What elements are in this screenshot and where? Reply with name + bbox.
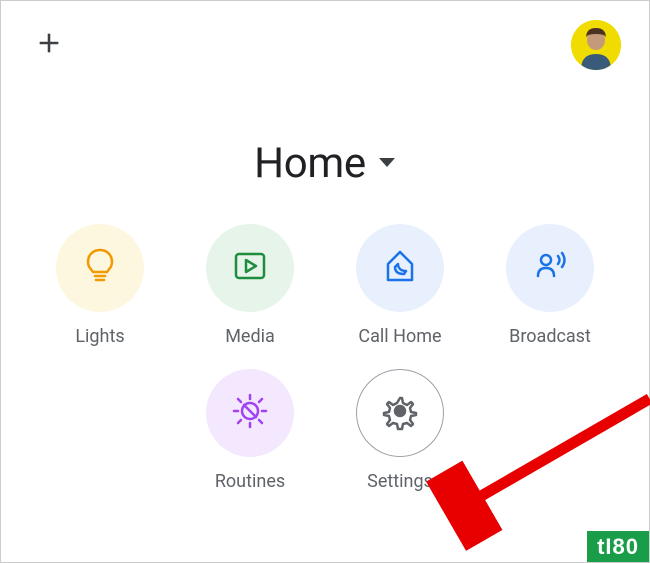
header xyxy=(1,1,649,71)
bulb-icon xyxy=(80,246,120,290)
tile-broadcast[interactable]: Broadcast xyxy=(475,224,625,347)
broadcast-icon xyxy=(530,246,570,290)
home-selector[interactable]: Home xyxy=(1,139,649,188)
lights-icon-circle xyxy=(56,224,144,312)
tile-label: Settings xyxy=(367,471,433,492)
settings-icon-circle xyxy=(356,369,444,457)
watermark: tI80 xyxy=(587,531,649,562)
broadcast-icon-circle xyxy=(506,224,594,312)
routines-icon-circle xyxy=(206,369,294,457)
gear-icon xyxy=(380,391,420,435)
tile-lights[interactable]: Lights xyxy=(25,224,175,347)
tile-label: Call Home xyxy=(358,326,441,347)
tile-settings[interactable]: Settings xyxy=(325,369,475,492)
tile-media[interactable]: Media xyxy=(175,224,325,347)
page-title: Home xyxy=(254,139,366,188)
tile-label: Lights xyxy=(75,326,124,347)
play-icon xyxy=(230,246,270,290)
tile-label: Broadcast xyxy=(509,326,591,347)
tile-call-home[interactable]: Call Home xyxy=(325,224,475,347)
avatar[interactable] xyxy=(571,20,621,70)
routine-icon xyxy=(230,391,270,435)
tile-label: Routines xyxy=(215,471,285,492)
plus-icon xyxy=(35,29,63,61)
call-home-icon xyxy=(380,246,420,290)
tiles-grid: Lights Media Call Home xyxy=(1,224,649,492)
add-button[interactable] xyxy=(29,25,69,65)
tile-routines[interactable]: Routines xyxy=(175,369,325,492)
media-icon-circle xyxy=(206,224,294,312)
tile-label: Media xyxy=(225,326,275,347)
chevron-down-icon xyxy=(378,154,396,173)
callhome-icon-circle xyxy=(356,224,444,312)
